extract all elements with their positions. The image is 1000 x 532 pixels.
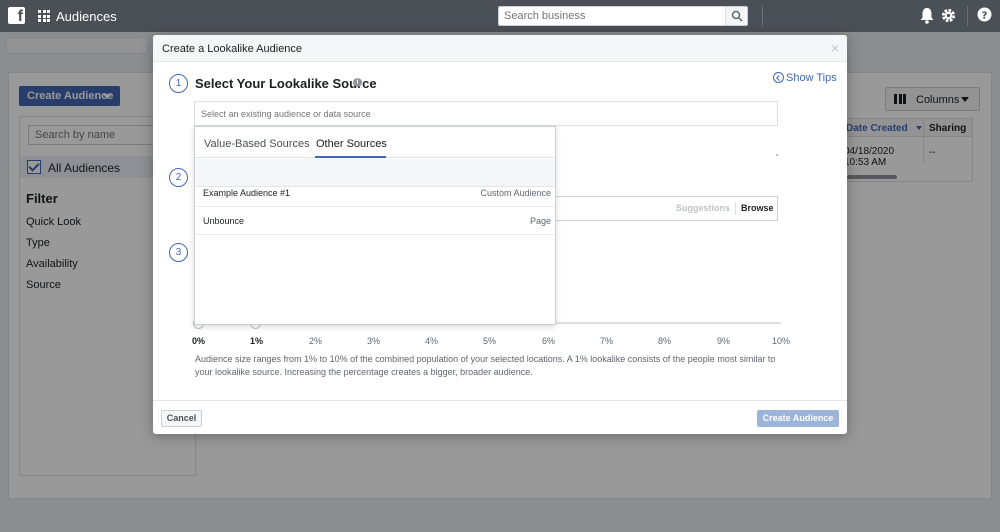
cancel-button[interactable]: Cancel [161,410,202,427]
create-audience-button[interactable]: Create Audience [757,410,839,427]
tick-7-percent: 7% [600,336,614,346]
tick-4-percent: 4% [425,336,439,346]
step-1-indicator: 1 [169,74,188,93]
lookalike-audience-dialog: Create a Lookalike Audience × 1 Select Y… [153,35,847,434]
chevron-left-circle-icon [773,72,784,83]
step-1-title: Select Your Lookalike Source [195,76,377,91]
audience-size-help-text: Audience size ranges from 1% to 10% of t… [195,354,776,377]
tab-value-based-sources[interactable]: Value-Based Sources [204,138,310,150]
source-name: Unbounce [203,216,245,226]
step-3-indicator: 3 [169,243,188,262]
tick-10-percent: 10% [772,336,791,346]
list-item[interactable]: Unbounce Page [195,208,555,235]
facebook-logo-icon[interactable]: f [8,7,25,24]
top-bar: f Audiences ? [0,0,1000,32]
tick-6-percent: 6% [542,336,556,346]
source-tabs: Value-Based Sources Other Sources [195,127,555,158]
tick-1-percent: 1% [250,336,264,346]
source-type: Custom Audience [480,188,551,198]
app-title[interactable]: Audiences [56,9,117,24]
resize-mark [776,154,778,156]
tick-3-percent: 3% [367,336,381,346]
tick-9-percent: 9% [717,336,731,346]
tick-0-percent: 0% [192,336,206,346]
source-name: Example Audience #1 [203,188,291,198]
help-icon[interactable]: ? [977,7,992,22]
step-2-indicator: 2 [169,168,188,187]
search-icon [731,10,743,22]
svg-text:?: ? [982,10,988,21]
tab-other-sources[interactable]: Other Sources [316,138,387,150]
dialog-title: Create a Lookalike Audience [162,43,303,55]
show-tips-label: Show Tips [786,72,837,84]
topbar-divider [967,6,968,26]
source-dropdown: Value-Based Sources Other Sources Exampl… [194,126,556,325]
tick-2-percent: 2% [309,336,323,346]
lookalike-source-input[interactable] [194,101,778,126]
dialog-footer: Cancel Create Audience [153,400,847,434]
bell-icon[interactable] [919,7,935,24]
apps-grid-icon[interactable] [38,10,50,22]
business-search-input[interactable] [499,7,721,25]
search-button[interactable] [725,7,747,25]
source-type: Page [529,216,551,226]
gear-icon[interactable] [940,7,957,24]
list-item[interactable]: Example Audience #1 Custom Audience [195,180,555,207]
location-divider [735,202,736,215]
location-input[interactable]: Suggestions Browse [553,196,778,221]
browse-button[interactable]: Browse [741,203,774,213]
active-tab-indicator [315,156,386,158]
tick-5-percent: 5% [483,336,497,346]
suggestions-button[interactable]: Suggestions [676,203,730,213]
info-icon[interactable]: i [353,78,362,87]
tick-8-percent: 8% [658,336,672,346]
topbar-divider [762,6,763,26]
close-icon[interactable]: × [831,40,839,56]
dialog-header: Create a Lookalike Audience × [153,35,847,62]
business-search [498,6,748,26]
